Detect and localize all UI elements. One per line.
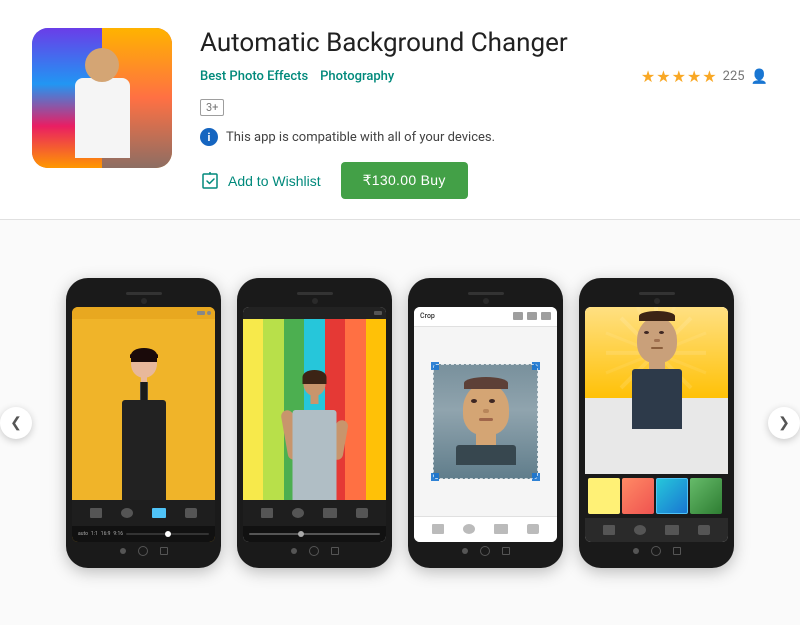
star-rating: ★ ★ ★ ★ ★	[641, 67, 717, 86]
app-info: Automatic Background Changer Best Photo …	[200, 28, 768, 199]
star-4: ★	[687, 67, 701, 86]
scroll-left-button[interactable]: ❮	[0, 407, 32, 439]
star-1: ★	[641, 67, 655, 86]
age-badge: 3+	[200, 99, 224, 116]
screenshot-phone-2	[237, 278, 392, 568]
phone-home-bar-2	[243, 542, 386, 558]
phone-home-bar-1	[72, 542, 215, 558]
app-title: Automatic Background Changer	[200, 28, 768, 59]
rating-count: 225	[723, 69, 745, 84]
screenshot-phone-3: Crop	[408, 278, 563, 568]
user-icon: 👤	[751, 69, 768, 85]
phone-screen-2	[243, 307, 386, 542]
star-5-half: ★	[702, 67, 716, 86]
app-header: Automatic Background Changer Best Photo …	[0, 0, 800, 220]
app-icon	[32, 28, 172, 168]
buy-button[interactable]: ₹130.00 Buy	[341, 162, 468, 199]
phone-screen-3: Crop	[414, 307, 557, 542]
info-icon: i	[200, 128, 218, 146]
app-categories: Best Photo Effects Photography ★ ★ ★ ★ ★…	[200, 67, 768, 86]
phone-screen-1: auto 1:1 16:9 9:16	[72, 307, 215, 542]
screenshots-section: ❮	[0, 220, 800, 625]
phone-top-area-1	[72, 288, 215, 307]
scroll-right-button[interactable]: ❯	[768, 407, 800, 439]
compatibility-row: i This app is compatible with all of you…	[200, 128, 768, 146]
phone-home-bar-3	[414, 542, 557, 558]
screenshot-phone-4	[579, 278, 734, 568]
phone-screen-4	[585, 307, 728, 542]
wishlist-label: Add to Wishlist	[228, 173, 321, 189]
phone-home-bar-4	[585, 542, 728, 558]
compatibility-text: This app is compatible with all of your …	[226, 130, 495, 145]
category-link-2[interactable]: Photography	[320, 69, 394, 84]
star-3: ★	[672, 67, 686, 86]
star-2: ★	[656, 67, 670, 86]
category-link-1[interactable]: Best Photo Effects	[200, 69, 308, 84]
screenshots-carousel: auto 1:1 16:9 9:16	[30, 244, 770, 601]
screenshot-phone-1: auto 1:1 16:9 9:16	[66, 278, 221, 568]
wishlist-button[interactable]: Add to Wishlist	[200, 171, 321, 191]
rating-info: ★ ★ ★ ★ ★ 225 👤	[641, 67, 768, 86]
action-row: Add to Wishlist ₹130.00 Buy	[200, 162, 768, 199]
wishlist-icon	[200, 171, 220, 191]
